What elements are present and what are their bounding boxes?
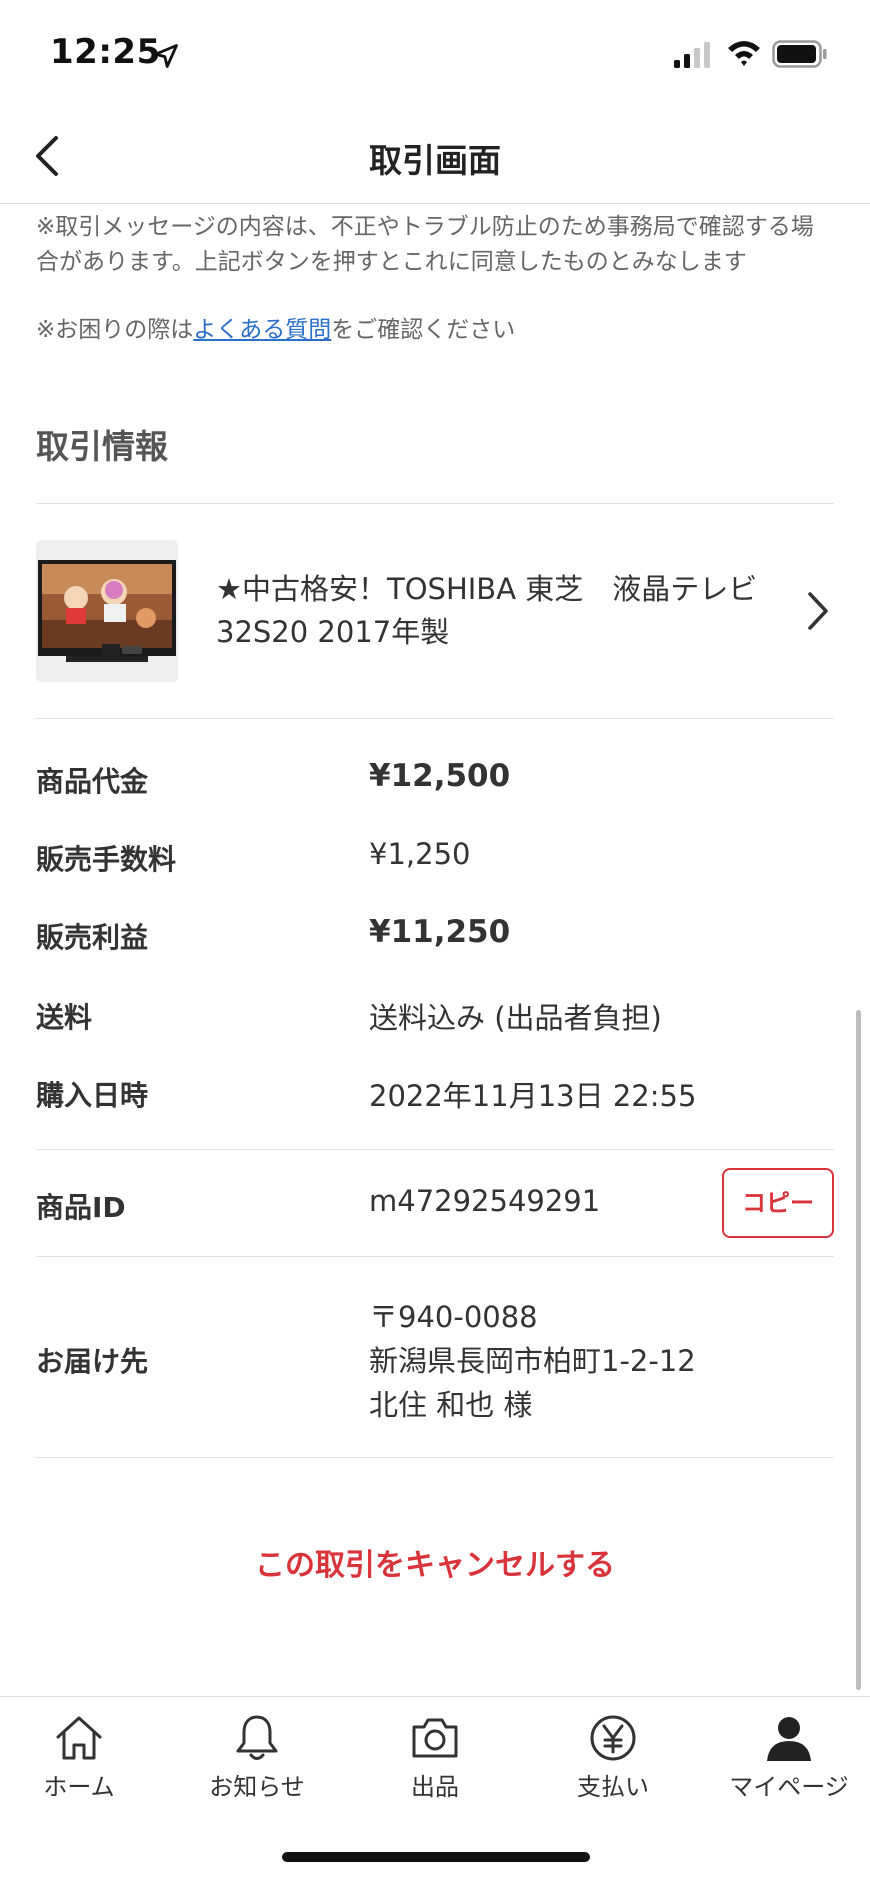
notice-help: ※お困りの際はよくある質問をご確認ください (36, 313, 836, 348)
item-id-value: m47292549291 (369, 1184, 601, 1218)
chevron-right-icon (808, 592, 828, 630)
header: 取引画面 (0, 110, 870, 204)
price-value: ¥12,500 (369, 758, 511, 794)
notice-help-prefix: ※お困りの際は (36, 317, 194, 343)
profit-label: 販売利益 (36, 921, 149, 954)
shipping-label: 送料 (36, 1001, 93, 1034)
fee-value: ¥1,250 (369, 837, 471, 871)
tv-image-icon (36, 540, 178, 682)
tab-payment-label: 支払い (577, 1773, 649, 1801)
tab-sell[interactable]: 出品 (348, 1697, 522, 1807)
divider (36, 718, 834, 719)
shipping-value: 送料込み (出品者負担) (369, 1001, 662, 1035)
yen-icon (590, 1715, 636, 1761)
bell-icon (236, 1715, 278, 1760)
divider (36, 1457, 834, 1458)
address-postal: 〒940-0088 (369, 1300, 538, 1334)
section-title: 取引情報 (36, 427, 168, 466)
battery-icon (772, 40, 827, 68)
item-id-label: 商品ID (36, 1191, 126, 1224)
address-label: お届け先 (36, 1345, 149, 1378)
purchase-date-value: 2022年11月13日 22:55 (369, 1079, 697, 1113)
product-row[interactable]: ★中古格安！TOSHIBA 東芝 液晶テレビ 32S20 2017年製 (36, 540, 834, 682)
divider (36, 1256, 834, 1257)
address-name: 北住 和也 様 (369, 1388, 533, 1422)
tab-home[interactable]: ホーム (0, 1697, 166, 1807)
page-title: 取引画面 (369, 141, 501, 180)
tab-sell-label: 出品 (411, 1773, 459, 1801)
location-arrow-icon (154, 44, 178, 68)
profit-value: ¥11,250 (369, 914, 511, 950)
home-indicator (282, 1852, 590, 1862)
status-time: 12:25 (50, 32, 161, 72)
product-name: ★中古格安！TOSHIBA 東芝 液晶テレビ 32S20 2017年製 (216, 572, 758, 649)
notice-help-suffix: をご確認ください (331, 317, 516, 343)
person-icon (767, 1717, 811, 1761)
tab-notifications[interactable]: お知らせ (170, 1697, 344, 1807)
home-icon (56, 1716, 102, 1760)
copy-button[interactable]: コピー (722, 1168, 834, 1238)
tab-notifications-label: お知らせ (209, 1773, 305, 1801)
tab-mypage-label: マイページ (729, 1773, 849, 1801)
purchase-date-label: 購入日時 (36, 1079, 149, 1112)
tab-mypage[interactable]: マイページ (702, 1697, 870, 1807)
divider (36, 503, 834, 504)
address-line: 新潟県長岡市柏町1-2-12 (369, 1344, 696, 1378)
tab-payment[interactable]: 支払い (526, 1697, 700, 1807)
status-bar: 12:25 (0, 0, 870, 110)
product-thumbnail (36, 540, 178, 682)
notice-text: ※取引メッセージの内容は、不正やトラブル防止のため事務局で確認する場合があります… (36, 214, 814, 275)
camera-icon (412, 1718, 458, 1758)
fee-label: 販売手数料 (36, 843, 177, 876)
faq-link[interactable]: よくある質問 (193, 317, 331, 343)
cellular-signal-icon (674, 42, 710, 68)
cancel-transaction-button[interactable]: この取引をキャンセルする (0, 1540, 870, 1584)
scrollbar[interactable] (856, 1010, 861, 1690)
wifi-icon (728, 41, 760, 66)
price-label: 商品代金 (36, 765, 149, 798)
divider (36, 1149, 834, 1150)
tab-home-label: ホーム (43, 1773, 115, 1801)
